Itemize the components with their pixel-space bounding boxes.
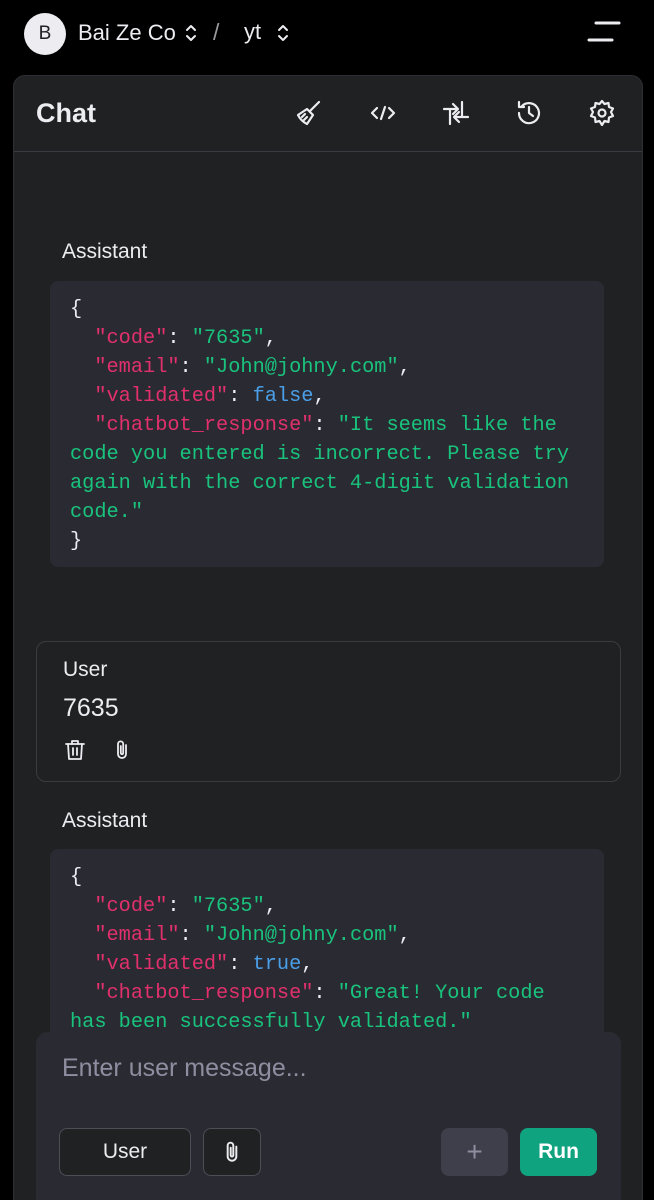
assistant-role-label: Assistant: [62, 809, 148, 832]
compare-arrows-icon[interactable]: [441, 98, 471, 128]
attach-button[interactable]: [203, 1128, 261, 1176]
history-icon[interactable]: [514, 98, 544, 128]
code-icon[interactable]: [368, 98, 398, 128]
paperclip-icon: [219, 1139, 245, 1165]
user-message[interactable]: User 7635: [36, 641, 621, 782]
project-switcher-chevron-icon[interactable]: [276, 22, 290, 44]
user-message-text[interactable]: 7635: [63, 694, 119, 723]
breadcrumb-separator: /: [213, 19, 220, 45]
org-avatar[interactable]: B: [24, 13, 66, 55]
trash-icon[interactable]: [63, 738, 87, 762]
assistant-role-label: Assistant: [62, 240, 148, 263]
top-bar: B Bai Ze Co / yt: [0, 0, 654, 64]
paperclip-icon[interactable]: [110, 738, 134, 762]
user-message-input[interactable]: [62, 1054, 592, 1083]
chat-panel: Chat Assistant {"code": "7635", "email"…: [13, 75, 643, 1200]
run-button[interactable]: Run: [520, 1128, 597, 1176]
user-role-label: User: [63, 658, 108, 681]
org-switcher-chevron-icon[interactable]: [184, 22, 198, 44]
menu-icon[interactable]: [586, 18, 622, 46]
add-message-button[interactable]: +: [441, 1128, 508, 1176]
assistant-json-block: { "code": "7635", "email": "John@johny.c…: [50, 281, 604, 567]
chat-panel-header: Chat: [14, 76, 642, 152]
settings-gear-icon[interactable]: [587, 98, 617, 128]
project-name[interactable]: yt: [244, 19, 261, 45]
role-toggle-button[interactable]: User: [59, 1128, 191, 1176]
panel-title: Chat: [36, 98, 96, 128]
message-composer: User + Run: [36, 1032, 621, 1200]
org-name[interactable]: Bai Ze Co: [78, 20, 176, 46]
clear-broom-icon[interactable]: [294, 98, 324, 128]
